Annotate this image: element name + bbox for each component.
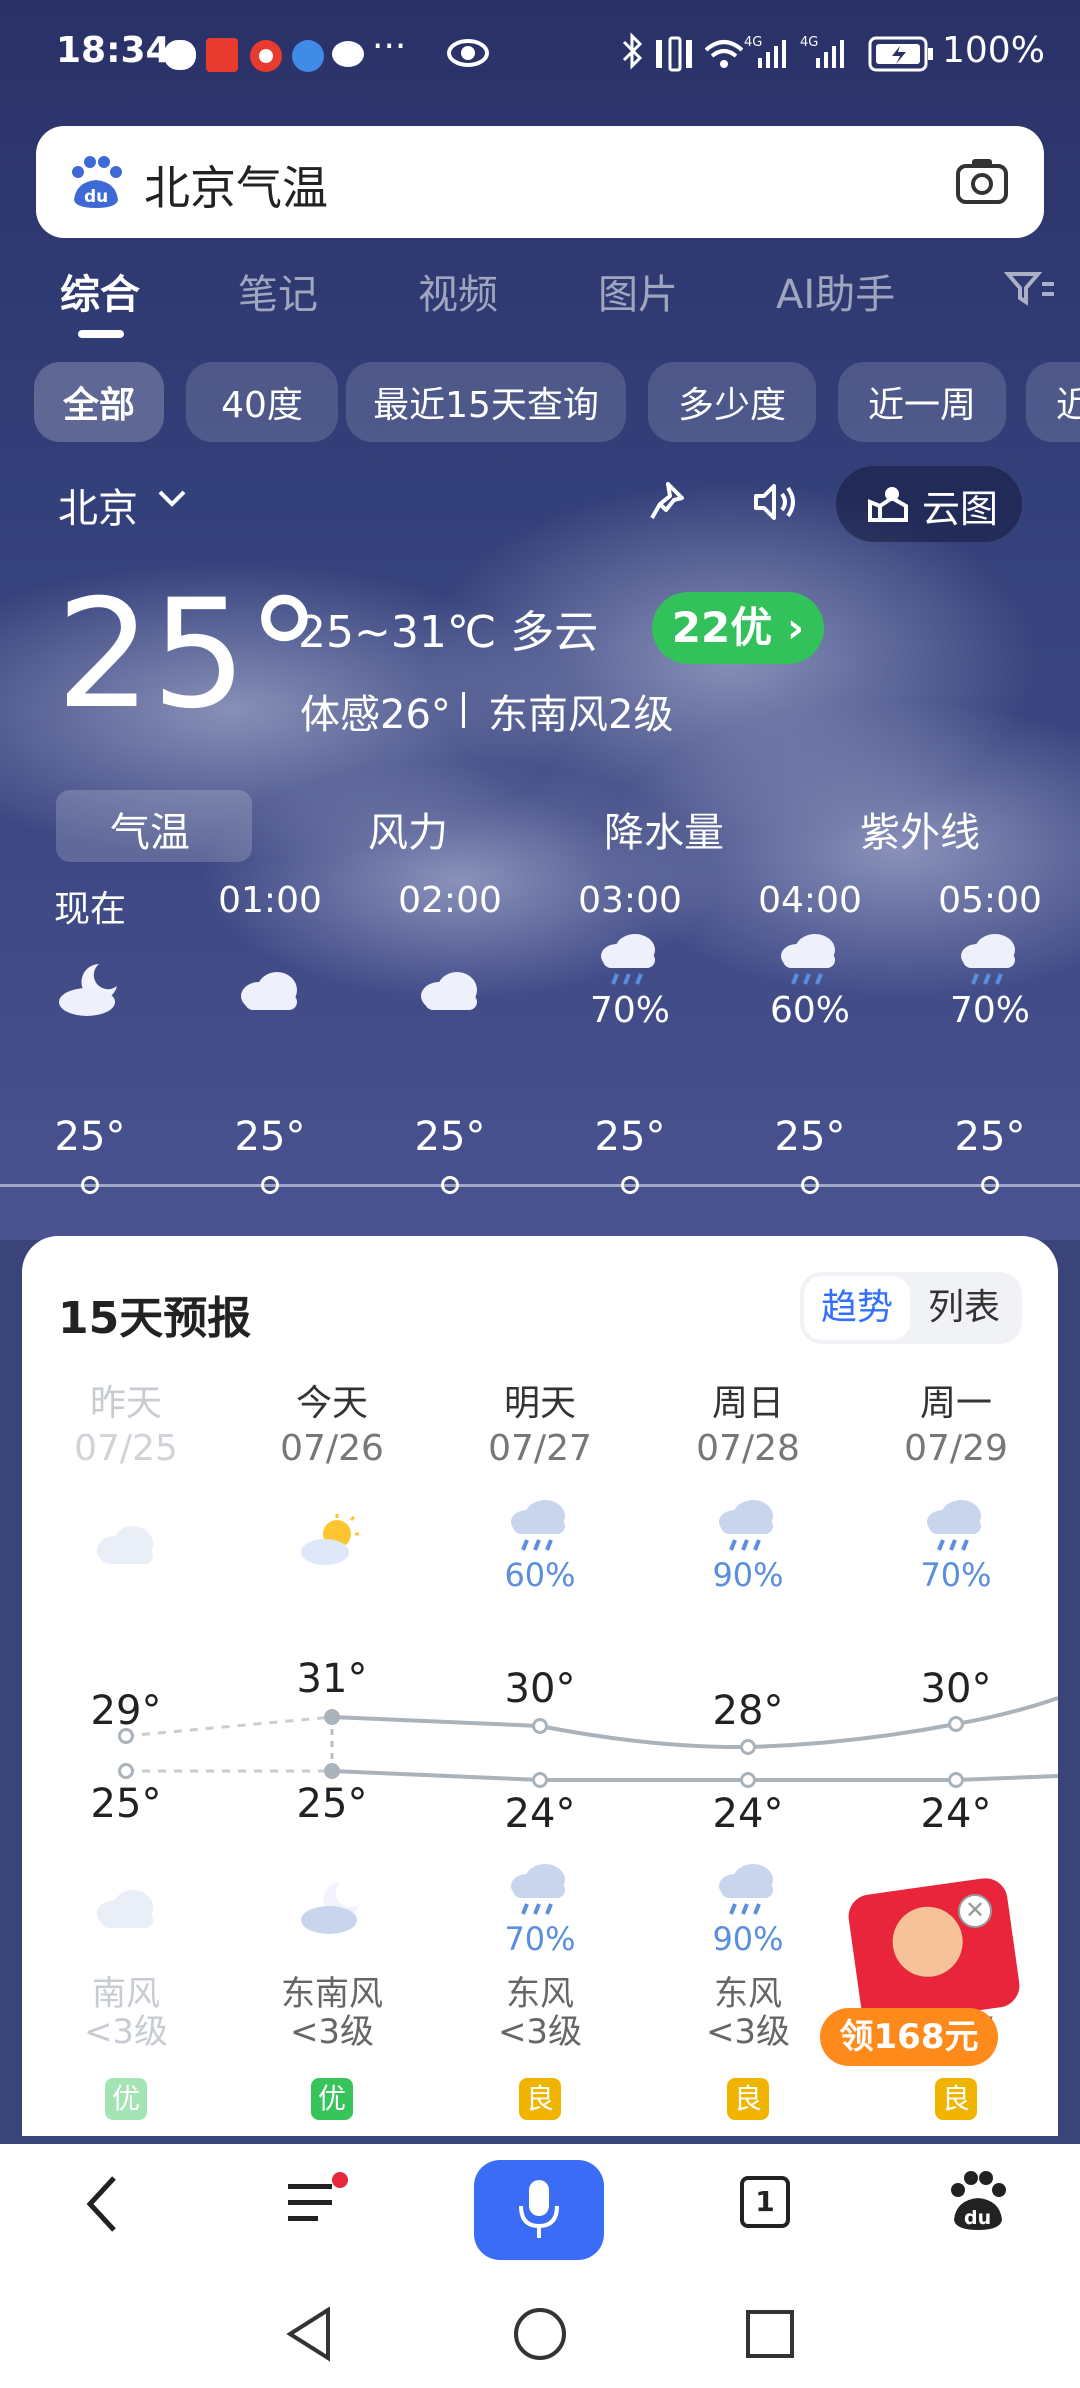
rain-icon <box>955 930 1025 994</box>
tab-ai-assistant[interactable]: AI助手 <box>776 262 895 320</box>
speaker-icon[interactable] <box>752 480 802 524</box>
nav-recents-icon[interactable] <box>742 2306 798 2362</box>
city-name[interactable]: 北京 <box>58 476 138 534</box>
back-icon[interactable] <box>82 2174 122 2234</box>
high-point <box>948 1716 964 1732</box>
hourly-temp: 25° <box>234 1114 306 1160</box>
low-point <box>740 1772 756 1788</box>
feels-like: 体感26° <box>300 692 451 738</box>
red-envelope-promo[interactable] <box>845 1875 1023 2027</box>
tabs-count[interactable]: 1 <box>740 2176 790 2228</box>
hourly-time: 03:00 <box>578 880 682 921</box>
battery-level: 100% <box>942 30 1045 71</box>
status-time: 18:34 <box>56 30 171 71</box>
mode-tab-precipitation[interactable]: 降水量 <box>604 800 724 858</box>
chip-near-week[interactable]: 近一周 <box>838 362 1006 442</box>
cloud-map-button[interactable]: 云图 <box>836 466 1022 542</box>
tab-indicator <box>78 330 124 338</box>
baidu-paw-icon[interactable]: du <box>946 2168 1010 2232</box>
hourly-precip: 70% <box>589 990 670 1031</box>
hourly-time: 05:00 <box>938 880 1042 921</box>
voice-search-button[interactable] <box>474 2160 604 2260</box>
mode-tab-temperature[interactable]: 气温 <box>110 800 190 858</box>
hourly-time: 01:00 <box>218 880 322 921</box>
signal-icons: 4G 4G <box>622 32 844 72</box>
high-point <box>324 1709 340 1725</box>
tab-videos[interactable]: 视频 <box>418 262 498 320</box>
hourly-baseline <box>0 1184 1080 1187</box>
current-temperature: 25° <box>56 568 322 742</box>
camera-icon[interactable] <box>954 156 1010 206</box>
menu-icon[interactable] <box>282 2170 352 2230</box>
hourly-precip: 70% <box>949 990 1030 1031</box>
promo-label[interactable]: 领168元 <box>820 2008 998 2066</box>
svg-text:4G: 4G <box>744 35 762 50</box>
close-promo-icon[interactable]: ✕ <box>958 1894 992 1928</box>
baidu-logo-icon: du <box>72 156 122 208</box>
cloud-map-icon <box>868 487 908 522</box>
hourly-temp: 25° <box>774 1114 846 1160</box>
low-point <box>118 1763 134 1779</box>
nav-back-icon[interactable] <box>282 2304 338 2364</box>
hourly-time: 现在 <box>53 889 126 930</box>
low-point <box>948 1772 964 1788</box>
bottom-bar: 1 du <box>0 2144 1080 2388</box>
pin-icon[interactable] <box>646 480 690 524</box>
chip-overflow[interactable]: 近 <box>1026 362 1080 442</box>
divider <box>462 692 465 728</box>
eye-icon <box>447 39 489 67</box>
cloud-map-label: 云图 <box>922 487 999 531</box>
search-box[interactable]: du 北京气温 <box>36 126 1044 238</box>
high-point <box>740 1739 756 1755</box>
chip-how-many-degrees[interactable]: 多少度 <box>648 362 816 442</box>
hourly-precip: 60% <box>769 990 850 1031</box>
rain-icon <box>595 930 665 994</box>
cloud-icon <box>415 958 485 1022</box>
rain-icon <box>775 930 845 994</box>
cloud-icon <box>235 958 305 1022</box>
svg-text:du: du <box>84 187 108 207</box>
aqi-badge[interactable]: 22优 › <box>652 592 824 664</box>
wind-info: 东南风2级 <box>488 692 674 738</box>
high-point <box>532 1718 548 1734</box>
mode-tab-uv[interactable]: 紫外线 <box>860 800 980 858</box>
high-point <box>118 1728 134 1744</box>
battery-icon <box>868 36 933 72</box>
low-point <box>324 1763 340 1779</box>
tab-all[interactable]: 综合 <box>60 262 140 320</box>
hourly-temp: 25° <box>414 1114 486 1160</box>
status-more: ··· <box>372 26 407 67</box>
hourly-time: 04:00 <box>758 880 862 921</box>
chevron-down-icon[interactable] <box>156 488 188 510</box>
hourly-time: 02:00 <box>398 880 502 921</box>
low-point <box>532 1772 548 1788</box>
hourly-temp: 25° <box>954 1114 1026 1160</box>
tab-images[interactable]: 图片 <box>598 262 678 320</box>
status-bar: 18:34 ··· 4G 4G 100% <box>0 26 1080 80</box>
hourly-temp: 25° <box>54 1114 126 1160</box>
notification-icons <box>164 38 364 72</box>
chip-all[interactable]: 全部 <box>34 362 164 442</box>
tab-notes[interactable]: 笔记 <box>238 262 318 320</box>
microphone-icon <box>519 2180 559 2238</box>
mode-tab-wind[interactable]: 风力 <box>368 800 448 858</box>
chip-40-degrees[interactable]: 40度 <box>186 362 338 442</box>
hourly-temp: 25° <box>594 1114 666 1160</box>
chip-recent-15-days[interactable]: 最近15天查询 <box>346 362 626 442</box>
svg-text:4G: 4G <box>800 35 818 50</box>
filter-icon[interactable] <box>1004 268 1054 308</box>
temp-range-condition: 25~31℃ 多云 <box>298 607 599 658</box>
nav-home-icon[interactable] <box>510 2304 570 2364</box>
forecast-card: 15天预报 趋势 列表 昨天 07/25 29° 25° 南风 <3级优今天 07/26 31… <box>22 1236 1058 2136</box>
search-query[interactable]: 北京气温 <box>144 152 328 218</box>
svg-text:du: du <box>964 2207 991 2229</box>
moon-cloud-icon <box>55 958 125 1022</box>
